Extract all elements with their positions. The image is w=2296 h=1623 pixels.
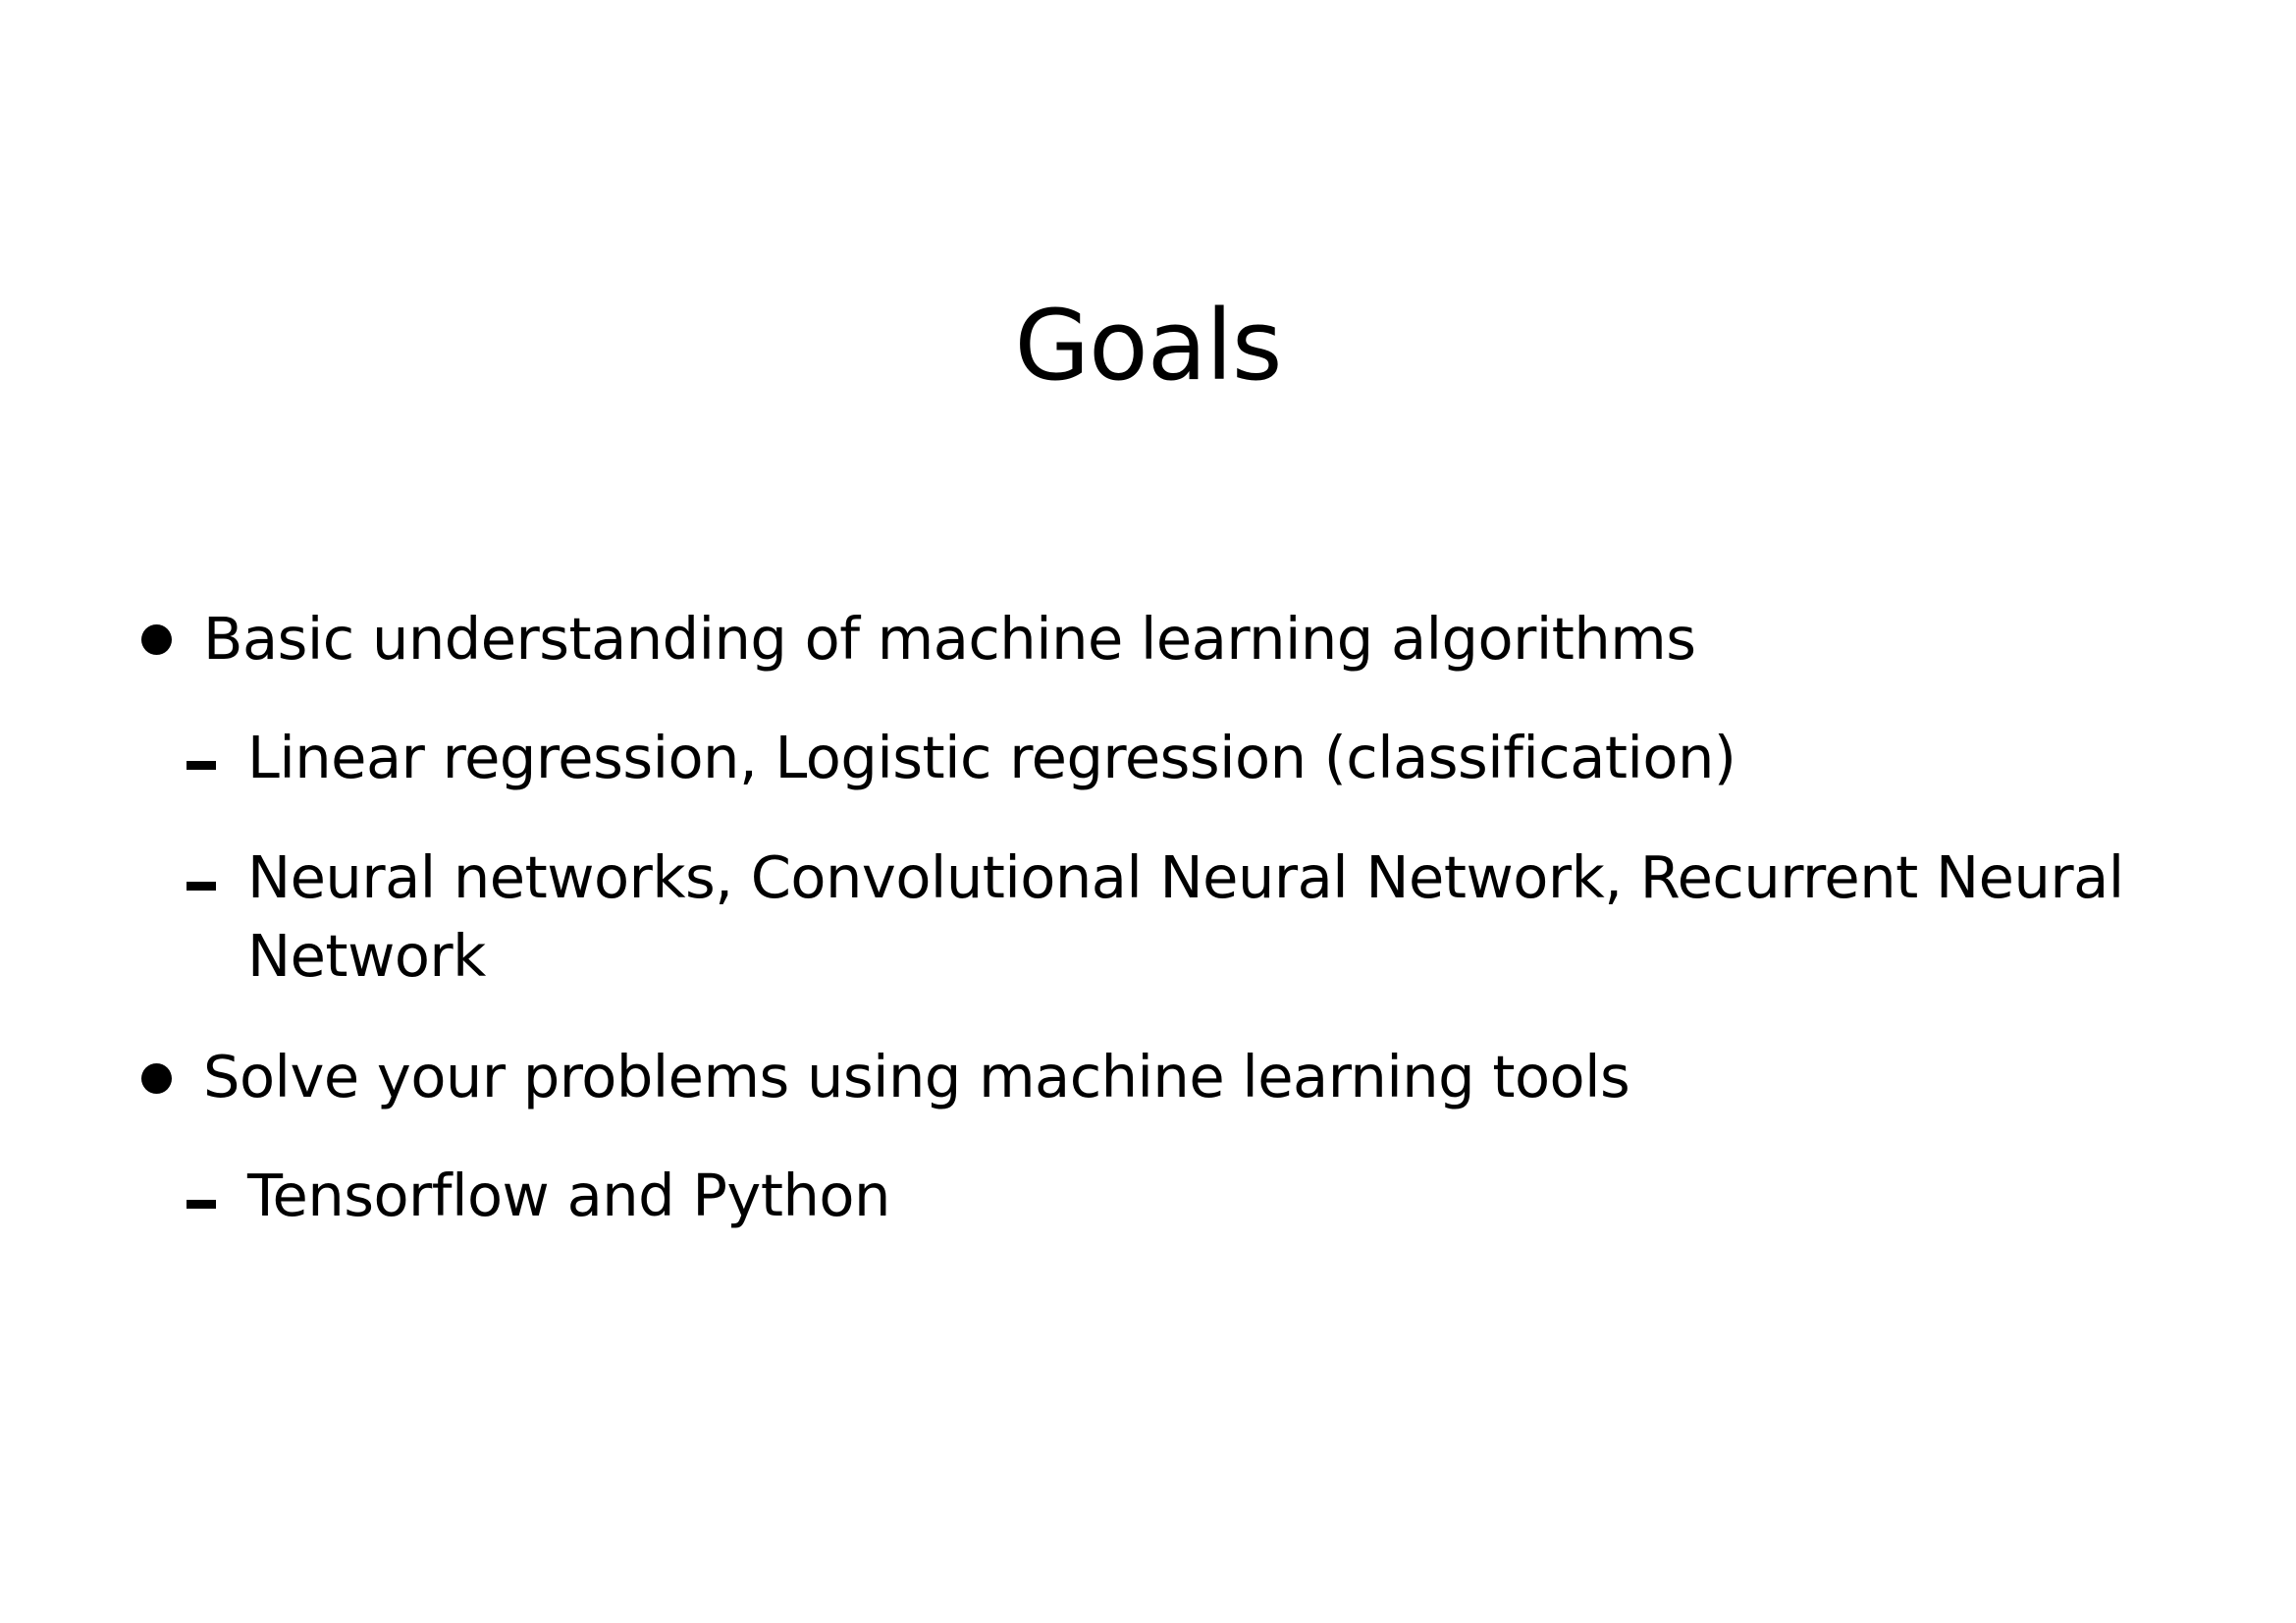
bullet-icon: [141, 624, 172, 655]
dash-icon: [187, 882, 216, 891]
subitem-2-1: Tensorflow and Python: [247, 1162, 890, 1229]
dash-icon: [187, 1200, 216, 1209]
subitem-1-2-line-1: Neural networks, Convolutional Neural Ne…: [247, 843, 2124, 911]
bullet-item-1: Basic understanding of machine learning …: [203, 605, 1696, 673]
subitem-1-1: Linear regression, Logistic regression (…: [247, 724, 1736, 791]
subitem-1-2-line-2: Network: [247, 922, 486, 990]
slide-title: Goals: [1014, 290, 1282, 403]
dash-icon: [187, 761, 216, 770]
bullet-icon: [141, 1063, 172, 1094]
bullet-item-2: Solve your problems using machine learni…: [203, 1043, 1630, 1110]
slide: Goals Basic understanding of machine lea…: [0, 0, 2296, 1623]
